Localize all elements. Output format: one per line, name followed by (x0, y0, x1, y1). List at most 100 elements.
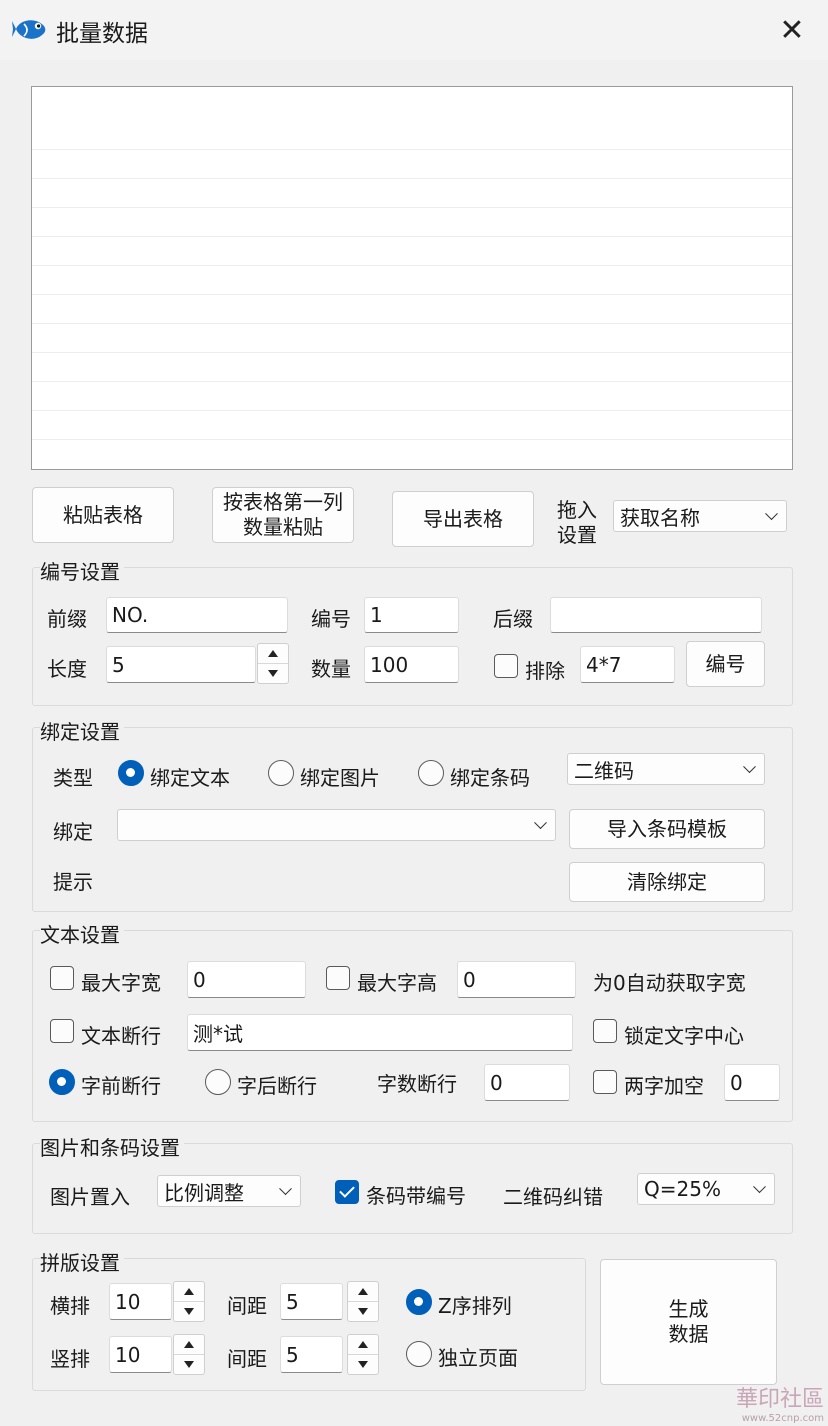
stepper-up-icon[interactable] (348, 1282, 378, 1302)
stepper-down-icon[interactable] (348, 1302, 378, 1322)
horizontal-gap-input[interactable]: 5 (280, 1283, 343, 1320)
lock-text-center-label: 锁定文字中心 (624, 1024, 744, 1048)
horizontal-count-input[interactable]: 10 (109, 1283, 172, 1320)
start-number-label: 编号 (311, 607, 351, 631)
chevron-down-icon (279, 1182, 292, 1196)
image-place-value: 比例调整 (164, 1180, 244, 1205)
vertical-gap-label: 间距 (227, 1347, 267, 1371)
stepper-up-icon[interactable] (258, 644, 288, 664)
table-row (32, 439, 792, 440)
exclude-input[interactable]: 4*7 (580, 646, 675, 683)
stepper-down-icon[interactable] (174, 1355, 204, 1375)
chevron-down-icon (765, 507, 778, 521)
bind-label: 绑定 (53, 820, 93, 844)
break-before-radio[interactable] (49, 1069, 75, 1095)
paste-table-button[interactable]: 粘贴表格 (32, 487, 174, 543)
table-row (32, 265, 792, 266)
vertical-count-stepper[interactable] (173, 1334, 205, 1375)
bind-barcode-radio[interactable] (418, 760, 444, 786)
vertical-count-label: 竖排 (50, 1347, 90, 1371)
type-label: 类型 (53, 766, 93, 790)
table-row (32, 352, 792, 353)
text-wrap-label: 文本断行 (81, 1024, 161, 1048)
prefix-input[interactable]: NO. (106, 597, 288, 633)
stepper-up-icon[interactable] (348, 1335, 378, 1355)
barcode-type-select[interactable]: 二维码 (567, 753, 765, 785)
z-order-label: Z序排列 (438, 1294, 512, 1318)
stepper-down-icon[interactable] (258, 664, 288, 684)
stepper-up-icon[interactable] (174, 1335, 204, 1355)
max-height-input[interactable]: 0 (457, 961, 576, 998)
drag-in-label-line2: 设置 (557, 523, 597, 547)
drag-in-select[interactable]: 获取名称 (613, 500, 787, 532)
data-table[interactable] (31, 86, 793, 470)
horizontal-gap-stepper[interactable] (347, 1281, 379, 1322)
generate-data-line1: 生成 (668, 1297, 709, 1321)
bind-barcode-label: 绑定条码 (450, 766, 530, 790)
generate-data-button[interactable]: 生成 数据 (600, 1259, 777, 1385)
paste-by-first-column-line1: 按表格第一列 (223, 490, 343, 514)
break-after-radio[interactable] (205, 1069, 231, 1095)
barcode-with-number-checkbox[interactable] (335, 1180, 359, 1204)
bind-text-radio[interactable] (118, 760, 144, 786)
text-wrap-checkbox[interactable] (50, 1019, 74, 1043)
image-place-select[interactable]: 比例调整 (157, 1175, 301, 1207)
number-button[interactable]: 编号 (686, 641, 765, 687)
horizontal-count-stepper[interactable] (173, 1281, 205, 1322)
watermark-url: www.52cnp.com (741, 1413, 824, 1424)
stepper-down-icon[interactable] (174, 1302, 204, 1322)
paste-by-first-column-button[interactable]: 按表格第一列 数量粘贴 (212, 487, 354, 543)
two-char-space-label: 两字加空 (624, 1074, 704, 1098)
generate-data-line2: 数据 (668, 1322, 709, 1346)
count-input[interactable]: 100 (364, 646, 459, 683)
char-count-break-label: 字数断行 (377, 1072, 457, 1096)
max-height-label: 最大字高 (357, 971, 437, 995)
suffix-label: 后缀 (493, 607, 533, 631)
lock-text-center-checkbox[interactable] (593, 1019, 617, 1043)
export-table-button[interactable]: 导出表格 (392, 491, 534, 547)
max-width-input[interactable]: 0 (187, 961, 306, 998)
stepper-down-icon[interactable] (348, 1355, 378, 1375)
z-order-radio[interactable] (406, 1289, 432, 1315)
table-row (32, 381, 792, 382)
break-before-label: 字前断行 (81, 1074, 161, 1098)
paste-by-first-column-line2: 数量粘贴 (243, 515, 323, 539)
table-row (32, 207, 792, 208)
vertical-gap-stepper[interactable] (347, 1334, 379, 1375)
import-barcode-template-button[interactable]: 导入条码模板 (569, 809, 765, 849)
window-title: 批量数据 (56, 21, 148, 47)
clear-binding-button[interactable]: 清除绑定 (569, 862, 765, 902)
char-count-break-input[interactable]: 0 (484, 1064, 570, 1101)
qr-error-correction-value: Q=25% (644, 1177, 721, 1201)
suffix-input[interactable] (550, 597, 762, 633)
horizontal-gap-label: 间距 (227, 1294, 267, 1318)
table-row (32, 294, 792, 295)
length-input[interactable]: 5 (106, 646, 256, 683)
drag-in-select-value: 获取名称 (620, 505, 700, 530)
chevron-down-icon (743, 760, 756, 774)
close-icon[interactable]: ✕ (772, 12, 812, 48)
max-width-checkbox[interactable] (50, 966, 74, 990)
text-wrap-input[interactable]: 测*试 (187, 1014, 573, 1051)
stepper-up-icon[interactable] (174, 1282, 204, 1302)
bind-field-select[interactable] (117, 809, 556, 841)
horizontal-count-label: 横排 (50, 1294, 90, 1318)
image-place-label: 图片置入 (50, 1185, 130, 1209)
start-number-input[interactable]: 1 (364, 597, 459, 633)
chevron-down-icon (534, 816, 547, 830)
length-stepper[interactable] (257, 643, 289, 684)
max-height-checkbox[interactable] (326, 966, 350, 990)
vertical-count-input[interactable]: 10 (109, 1336, 172, 1373)
standalone-page-radio[interactable] (406, 1341, 432, 1367)
imposition-group-title: 拼版设置 (40, 1247, 124, 1276)
two-char-space-checkbox[interactable] (593, 1070, 617, 1094)
qr-error-correction-select[interactable]: Q=25% (637, 1173, 775, 1205)
table-row (32, 410, 792, 411)
table-row (32, 323, 792, 324)
two-char-space-input[interactable]: 0 (724, 1064, 780, 1101)
qr-error-correction-label: 二维码纠错 (503, 1185, 603, 1209)
image-barcode-group-title: 图片和条码设置 (40, 1132, 184, 1161)
bind-image-radio[interactable] (268, 760, 294, 786)
vertical-gap-input[interactable]: 5 (280, 1336, 343, 1373)
exclude-checkbox[interactable] (494, 654, 518, 678)
